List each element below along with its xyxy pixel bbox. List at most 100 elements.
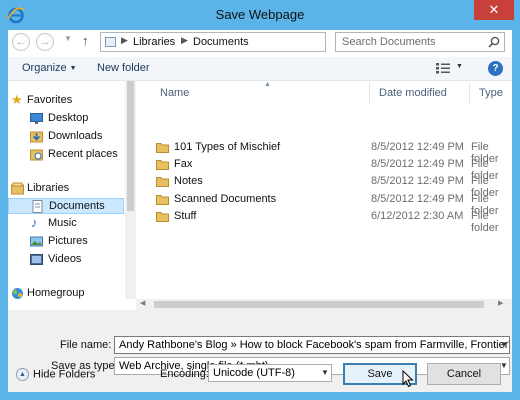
recent-places-icon — [30, 149, 43, 161]
up-button[interactable]: ↑ — [82, 33, 89, 48]
nav-item-music[interactable]: ♪ Music — [8, 216, 124, 232]
column-header-date-modified[interactable]: Date modified — [379, 87, 447, 99]
encoding-value: Unicode (UTF-8) — [213, 367, 295, 379]
search-box[interactable]: Search Documents — [335, 32, 505, 52]
chevron-down-icon: ▼ — [69, 64, 77, 72]
nav-item-documents[interactable]: Documents — [8, 198, 124, 214]
folder-icon — [156, 195, 169, 205]
star-icon: ★ — [11, 92, 23, 107]
encoding-label: Encoding: — [160, 368, 209, 380]
nav-label: Favorites — [27, 94, 73, 106]
file-name: Notes — [174, 175, 203, 187]
libraries-icon — [11, 182, 24, 195]
column-header-name[interactable]: Name — [160, 87, 189, 99]
encoding-dropdown-icon[interactable]: ▼ — [321, 368, 329, 377]
chevron-right-icon: ▶ — [181, 35, 188, 45]
nav-label: Pictures — [48, 235, 88, 247]
organize-label: Organize — [22, 62, 67, 74]
command-bar: Organize ▼ New folder ▼ ? — [8, 57, 512, 81]
nav-item-desktop[interactable]: Desktop — [8, 111, 124, 127]
mouse-pointer-icon — [402, 370, 414, 388]
cancel-button[interactable]: Cancel — [427, 363, 501, 385]
folder-icon — [156, 212, 169, 222]
nav-label: Desktop — [48, 112, 89, 124]
column-header-type[interactable]: Type — [479, 87, 503, 99]
list-item[interactable]: Stuff 6/12/2012 2:30 AM File folder — [136, 208, 512, 234]
homegroup-icon — [12, 288, 23, 299]
folder-icon — [156, 177, 169, 187]
list-item[interactable]: Fax 8/5/2012 12:49 PM File folder — [136, 156, 512, 182]
view-options-icon[interactable] — [436, 63, 450, 74]
list-item[interactable]: Notes 8/5/2012 12:49 PM File folder — [136, 173, 512, 199]
new-folder-button[interactable]: New folder — [97, 62, 150, 74]
window-title: Save Webpage — [215, 7, 305, 22]
dialog-client: ← → ▼ ↑ ▶ Libraries ▶ Documents ▼ ↻ Sear… — [8, 30, 512, 392]
view-dropdown-icon[interactable]: ▼ — [456, 63, 463, 70]
file-name: Stuff — [174, 210, 197, 222]
nav-label: Music — [48, 217, 77, 229]
folder-icon — [156, 143, 169, 153]
file-name-label: File name: — [60, 339, 112, 351]
nav-item-libraries[interactable]: Libraries — [8, 181, 124, 197]
music-icon: ♪ — [31, 215, 38, 230]
nav-label: Documents — [49, 200, 105, 212]
folder-icon — [156, 160, 169, 170]
library-icon — [105, 37, 116, 47]
search-input[interactable]: Search Documents — [342, 36, 436, 48]
nav-scrollbar-thumb[interactable] — [127, 81, 134, 211]
column-divider[interactable] — [469, 83, 470, 103]
scroll-right-icon[interactable]: ▶ — [498, 299, 503, 307]
list-item[interactable]: 101 Types of Mischief 8/5/2012 12:49 PM … — [136, 139, 512, 165]
horizontal-scrollbar[interactable]: ◀ ▶ — [136, 299, 512, 310]
horizontal-scrollbar-thumb[interactable] — [154, 301, 484, 308]
help-icon[interactable]: ? — [488, 61, 503, 76]
pictures-icon — [30, 236, 43, 247]
nav-item-favorites[interactable]: ★ Favorites — [8, 93, 124, 109]
navigation-pane: ★ Favorites Desktop Downloads Recent pla… — [8, 81, 126, 299]
downloads-icon — [30, 131, 43, 143]
file-name: Fax — [174, 158, 193, 170]
recent-locations-dropdown[interactable]: ▼ — [64, 34, 72, 43]
desktop-icon — [30, 113, 43, 124]
file-name-dropdown-icon[interactable]: ▼ — [500, 340, 508, 349]
nav-item-recent-places[interactable]: Recent places — [8, 147, 124, 163]
nav-item-videos[interactable]: Videos — [8, 252, 124, 268]
file-date: 6/12/2012 2:30 AM — [371, 210, 464, 222]
file-date: 8/5/2012 12:49 PM — [371, 193, 464, 205]
nav-label: Homegroup — [27, 287, 85, 299]
search-icon — [488, 36, 500, 48]
file-name: Scanned Documents — [174, 193, 277, 205]
column-divider[interactable] — [369, 83, 370, 103]
nav-label: Videos — [48, 253, 82, 265]
nav-item-pictures[interactable]: Pictures — [8, 234, 124, 250]
file-name-value: Andy Rathbone's Blog » How to block Face… — [119, 339, 510, 351]
organize-button[interactable]: Organize ▼ — [22, 62, 77, 74]
breadcrumb-documents[interactable]: Documents — [193, 36, 249, 48]
file-type: File folder — [471, 210, 499, 234]
scroll-left-icon[interactable]: ◀ — [140, 299, 145, 307]
breadcrumb-libraries[interactable]: Libraries — [133, 36, 175, 48]
save-webpage-dialog: Save Webpage ✕ ← → ▼ ↑ ▶ Libraries ▶ Doc… — [0, 0, 520, 400]
address-row: ← → ▼ ↑ ▶ Libraries ▶ Documents ▼ ↻ Sear… — [8, 30, 512, 56]
save-as-type-dropdown-icon[interactable]: ▼ — [500, 361, 508, 370]
forward-button[interactable]: → — [36, 33, 54, 51]
file-list: ▲ Name Date modified Type 101 Types of M… — [136, 81, 512, 299]
file-date: 8/5/2012 12:49 PM — [371, 175, 464, 187]
hide-folders-label: Hide Folders — [33, 368, 96, 381]
nav-label: Downloads — [48, 130, 103, 142]
back-button[interactable]: ← — [12, 33, 30, 51]
file-name-field[interactable]: Andy Rathbone's Blog » How to block Face… — [114, 336, 510, 354]
hide-folders-button[interactable]: ▲ Hide Folders — [16, 368, 95, 381]
file-name: 101 Types of Mischief — [174, 141, 281, 153]
nav-item-downloads[interactable]: Downloads — [8, 129, 124, 145]
list-item[interactable]: Scanned Documents 8/5/2012 12:49 PM File… — [136, 191, 512, 217]
chevron-right-icon: ▶ — [121, 35, 128, 45]
file-date: 8/5/2012 12:49 PM — [371, 141, 464, 153]
nav-item-homegroup[interactable]: Homegroup — [8, 286, 124, 299]
videos-icon — [30, 254, 43, 265]
nav-scrollbar[interactable] — [125, 81, 136, 299]
title-bar[interactable]: Save Webpage ✕ — [0, 0, 520, 30]
encoding-select[interactable]: Unicode (UTF-8) — [208, 364, 332, 382]
close-button[interactable]: ✕ — [474, 0, 514, 20]
address-bar[interactable]: ▶ Libraries ▶ Documents ▼ ↻ — [100, 32, 400, 52]
